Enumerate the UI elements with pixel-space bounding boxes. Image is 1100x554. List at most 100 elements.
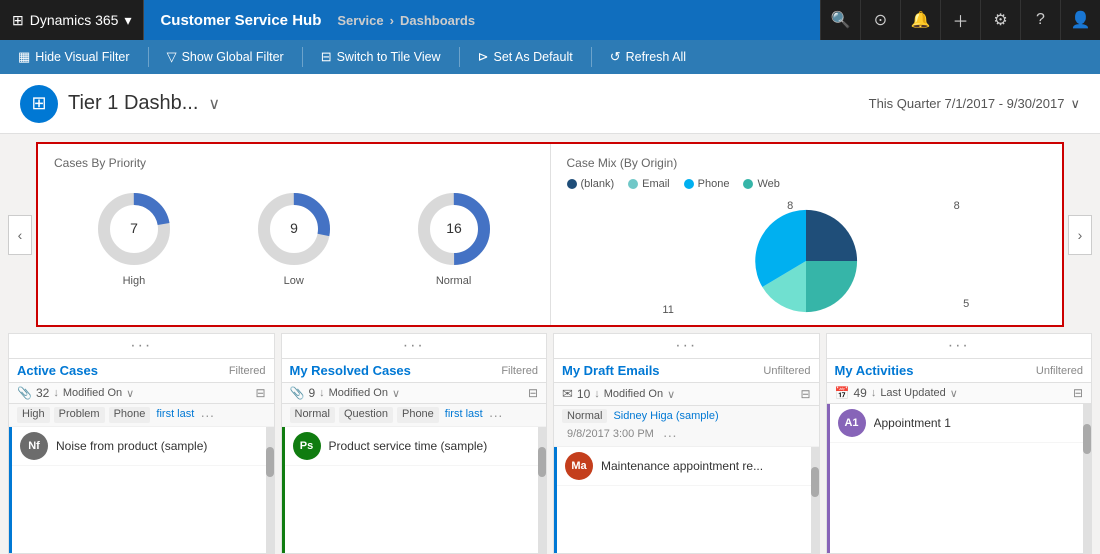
resolved-paperclip-icon: 📎 xyxy=(290,386,305,400)
breadcrumb-part2: Dashboards xyxy=(400,13,475,28)
tag-first-last-2[interactable]: first last xyxy=(443,407,485,423)
my-activities-filter-status: Unfiltered xyxy=(1036,365,1083,377)
hide-visual-filter-icon: ▦ xyxy=(18,49,30,65)
cases-by-priority-title: Cases By Priority xyxy=(54,156,534,170)
tag-phone: Phone xyxy=(109,407,151,423)
dashboard-dropdown-chevron[interactable]: ∨ xyxy=(208,94,220,114)
target-icon-btn[interactable]: ⊙ xyxy=(860,0,900,40)
chart-prev-arrow[interactable]: ‹ xyxy=(8,215,32,255)
my-draft-emails-scroll-thumb xyxy=(811,467,819,497)
legend-email: Email xyxy=(628,178,670,190)
refresh-icon: ↺ xyxy=(610,49,621,65)
tag-normal: Normal xyxy=(290,407,335,423)
main-content: ‹ Cases By Priority 7 High xyxy=(0,134,1100,554)
toolbar-separator-2 xyxy=(302,47,303,67)
my-draft-emails-item-1[interactable]: Ma Maintenance appointment re... xyxy=(557,447,811,486)
my-activities-item-1[interactable]: A1 Appointment 1 xyxy=(830,404,1084,443)
legend-phone-label: Phone xyxy=(698,178,730,190)
activities-sort-down-icon[interactable]: ↓ xyxy=(871,387,877,399)
pie-label-11: 11 xyxy=(662,304,673,316)
my-activities-scrollbar[interactable] xyxy=(1083,404,1091,553)
dashboard-icon: ⊞ xyxy=(20,85,58,123)
resolved-sort-chevron[interactable]: ∨ xyxy=(392,387,400,400)
donut-normal-chart: 16 xyxy=(414,189,494,269)
settings-icon-btn[interactable]: ⚙ xyxy=(980,0,1020,40)
pie-chart xyxy=(741,196,871,326)
active-cases-filter-status: Filtered xyxy=(229,365,266,377)
tag-sidney-higa[interactable]: Sidney Higa (sample) xyxy=(611,409,720,423)
donut-normal-label: Normal xyxy=(436,275,471,287)
my-activities-title: My Activities xyxy=(835,363,914,378)
case-mix-panel: Case Mix (By Origin) (blank) Email Phone xyxy=(550,144,1063,325)
mail-icon: ✉ xyxy=(562,386,573,402)
drafts-sort-down-icon[interactable]: ↓ xyxy=(594,388,600,400)
tag-more-dots[interactable]: ··· xyxy=(200,407,214,423)
activities-sort-chevron[interactable]: ∨ xyxy=(950,387,958,400)
tag-high: High xyxy=(17,407,50,423)
active-cases-item-1[interactable]: Nf Noise from product (sample) xyxy=(12,427,266,466)
my-resolved-scrollbar[interactable] xyxy=(538,427,546,553)
donut-high-label: High xyxy=(123,275,146,287)
toolbar-separator-3 xyxy=(459,47,460,67)
my-resolved-cases-more[interactable]: ··· xyxy=(282,334,547,359)
add-icon-btn[interactable]: ＋ xyxy=(940,0,980,40)
donut-high-chart: 7 xyxy=(94,189,174,269)
my-activities-item-text-1: Appointment 1 xyxy=(874,416,1076,430)
drafts-sort-chevron[interactable]: ∨ xyxy=(667,388,675,401)
search-icon-btn[interactable]: 🔍 xyxy=(820,0,860,40)
tag-first-last[interactable]: first last xyxy=(154,407,196,423)
hide-visual-filter-button[interactable]: ▦ Hide Visual Filter xyxy=(8,45,140,69)
dynamics-chevron-icon: ▾ xyxy=(124,12,131,29)
my-draft-emails-filter-icon[interactable]: ⊟ xyxy=(800,387,810,401)
tag-more-dots-2[interactable]: ··· xyxy=(489,407,503,423)
my-resolved-cases-card: ··· My Resolved Cases Filtered 📎 9 ↓ Mod… xyxy=(281,333,548,554)
pie-label-8-top: 8 xyxy=(787,200,793,212)
dynamics-365-menu[interactable]: ⊞ Dynamics 365 ▾ xyxy=(0,0,144,40)
notification-icon-btn[interactable]: 🔔 xyxy=(900,0,940,40)
my-resolved-scroll-thumb xyxy=(538,447,546,477)
help-icon-btn[interactable]: ? xyxy=(1020,0,1060,40)
my-resolved-cases-subheader: 📎 9 ↓ Modified On ∨ ⊟ xyxy=(282,383,547,404)
my-resolved-cases-filter-icon[interactable]: ⊟ xyxy=(528,386,538,400)
my-activities-avatar-1: A1 xyxy=(838,409,866,437)
toolbar-separator-4 xyxy=(591,47,592,67)
donut-low-label: Low xyxy=(284,275,304,287)
my-activities-more[interactable]: ··· xyxy=(827,334,1092,359)
date-range-filter[interactable]: This Quarter 7/1/2017 - 9/30/2017 ∨ xyxy=(869,96,1080,112)
case-mix-title: Case Mix (By Origin) xyxy=(567,156,1047,170)
set-as-default-button[interactable]: ⊳ Set As Default xyxy=(468,45,583,69)
breadcrumb-part1: Service xyxy=(337,13,383,28)
user-icon-btn[interactable]: 👤 xyxy=(1060,0,1100,40)
my-resolved-item-1[interactable]: Ps Product service time (sample) xyxy=(285,427,539,466)
show-global-filter-button[interactable]: ▽ Show Global Filter xyxy=(157,45,294,69)
cards-row: ··· Active Cases Filtered 📎 32 ↓ Modifie… xyxy=(8,333,1092,554)
chart-next-arrow[interactable]: › xyxy=(1068,215,1092,255)
refresh-all-button[interactable]: ↺ Refresh All xyxy=(600,45,696,69)
my-draft-emails-more[interactable]: ··· xyxy=(554,334,819,359)
active-cases-filter-icon[interactable]: ⊟ xyxy=(255,386,265,400)
switch-to-tile-view-button[interactable]: ⊟ Switch to Tile View xyxy=(311,45,451,69)
my-draft-emails-title: My Draft Emails xyxy=(562,363,660,378)
my-draft-emails-tags: Normal Sidney Higa (sample) 9/8/2017 3:0… xyxy=(554,406,819,447)
paperclip-icon: 📎 xyxy=(17,386,32,400)
my-draft-emails-scrollbar[interactable] xyxy=(811,447,819,553)
active-cases-title: Active Cases xyxy=(17,363,98,378)
resolved-sort-down-icon[interactable]: ↓ xyxy=(319,387,325,399)
my-draft-emails-item-text-1: Maintenance appointment re... xyxy=(601,459,803,473)
active-cases-item-text-1: Noise from product (sample) xyxy=(56,439,258,453)
my-resolved-cases-tags: Normal Question Phone first last ··· xyxy=(282,404,547,427)
my-activities-card: ··· My Activities Unfiltered 📅 49 ↓ Last… xyxy=(826,333,1093,554)
cases-by-priority-panel: Cases By Priority 7 High xyxy=(38,144,550,325)
my-activities-filter-icon[interactable]: ⊟ xyxy=(1073,386,1083,400)
tag-date-time: 9/8/2017 3:00 PM xyxy=(562,427,659,443)
tag-more-dots-3[interactable]: ··· xyxy=(663,427,677,443)
legend-phone: Phone xyxy=(684,178,730,190)
my-draft-emails-avatar-1: Ma xyxy=(565,452,593,480)
active-cases-scrollbar[interactable] xyxy=(266,427,274,553)
dashboard-title: Tier 1 Dashb... xyxy=(68,92,198,115)
dashboard-title-area: ⊞ Tier 1 Dashb... ∨ xyxy=(20,85,220,123)
active-cases-sort-chevron[interactable]: ∨ xyxy=(126,387,134,400)
active-cases-more[interactable]: ··· xyxy=(9,334,274,359)
toolbar: ▦ Hide Visual Filter ▽ Show Global Filte… xyxy=(0,40,1100,74)
sort-down-icon[interactable]: ↓ xyxy=(53,387,59,399)
